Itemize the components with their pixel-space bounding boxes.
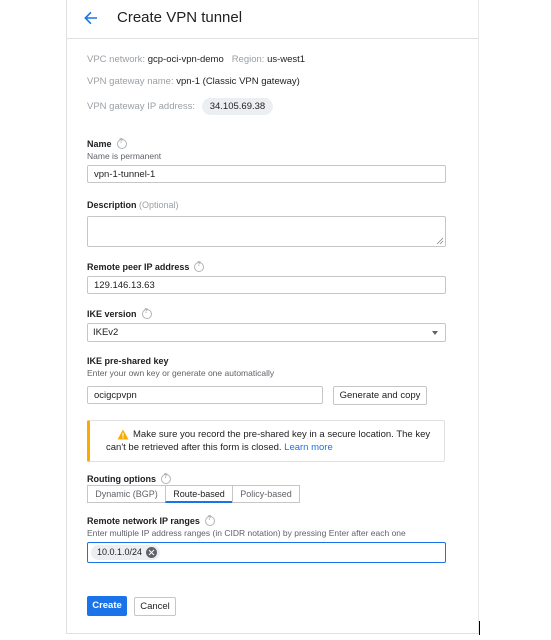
vpc-network-value: gcp-oci-vpn-demo — [147, 54, 224, 65]
name-label: Name — [87, 138, 127, 150]
warning-text-line2-text: can't be retrieved after this form is cl… — [106, 442, 282, 453]
description-label: Description (Optional) — [87, 200, 179, 210]
remote-ranges-label: Remote network IP ranges — [87, 515, 215, 527]
description-label-text: Description — [87, 200, 137, 210]
vpc-region-line: VPC network: gcp-oci-vpn-demo Region: us… — [87, 54, 305, 65]
ip-range-chip-label: 10.0.1.0/24 — [97, 547, 143, 557]
remote-ranges-hint: Enter multiple IP address ranges (in CID… — [87, 528, 406, 538]
routing-options-label: Routing options — [87, 473, 171, 485]
remote-peer-ip-input[interactable]: 129.146.13.63 — [87, 276, 446, 294]
vpn-gateway-label: VPN gateway name: — [87, 76, 174, 87]
routing-options-label-text: Routing options — [87, 474, 156, 484]
create-button[interactable]: Create — [87, 596, 127, 616]
warning-text: Make sure you record the pre-shared key … — [106, 428, 447, 454]
name-label-text: Name — [87, 139, 112, 149]
vpn-gateway-ip-value: 34.105.69.38 — [201, 98, 274, 115]
region-value: us-west1 — [267, 54, 306, 65]
create-vpn-tunnel-panel: Create VPN tunnel VPC network: gcp-oci-v… — [66, 0, 479, 634]
vpn-gateway-ip-label: VPN gateway IP address: — [87, 101, 196, 112]
warning-text-line2: can't be retrieved after this form is cl… — [106, 441, 447, 454]
ip-range-chip: 10.0.1.0/24 — [91, 545, 161, 560]
description-optional: (Optional) — [139, 200, 179, 210]
learn-more-link[interactable]: Learn more — [284, 442, 333, 453]
routing-option-policy-based[interactable]: Policy-based — [232, 485, 300, 503]
page-title: Create VPN tunnel — [117, 9, 243, 26]
name-hint: Name is permanent — [87, 151, 162, 161]
resize-grip-icon[interactable] — [436, 237, 444, 245]
remote-ranges-label-text: Remote network IP ranges — [87, 516, 200, 526]
panel-bottom-border — [66, 633, 478, 634]
name-input[interactable]: vpn-1-tunnel-1 — [87, 165, 446, 183]
region-label: Region: — [231, 54, 265, 65]
warning-text-line1: Make sure you record the pre-shared key … — [133, 429, 431, 440]
panel-header: Create VPN tunnel — [67, 0, 478, 39]
help-icon[interactable] — [194, 261, 205, 272]
ike-key-hint: Enter your own key or generate one autom… — [87, 368, 275, 378]
vpn-gateway-value: vpn-1 (Classic VPN gateway) — [176, 76, 300, 87]
generate-and-copy-button[interactable]: Generate and copy — [333, 386, 427, 405]
help-icon[interactable] — [204, 515, 215, 526]
ike-version-select[interactable]: IKEv2 — [87, 323, 446, 342]
routing-option-dynamic-bgp[interactable]: Dynamic (BGP) — [87, 485, 166, 503]
remote-peer-label: Remote peer IP address — [87, 261, 205, 273]
text-cursor — [479, 621, 480, 635]
ike-version-label: IKE version — [87, 308, 152, 320]
routing-option-route-based[interactable]: Route-based — [165, 485, 233, 503]
help-icon[interactable] — [116, 138, 127, 149]
back-arrow-icon[interactable] — [83, 10, 99, 26]
vpn-gateway-line: VPN gateway name: vpn-1 (Classic VPN gat… — [87, 76, 300, 87]
ike-version-label-text: IKE version — [87, 309, 137, 319]
ike-version-value: IKEv2 — [93, 327, 119, 338]
vpn-gateway-ip-line: VPN gateway IP address: 34.105.69.38 — [87, 98, 274, 115]
ike-key-label: IKE pre-shared key — [87, 356, 169, 366]
warning-banner: Make sure you record the pre-shared key … — [87, 420, 445, 462]
vpc-network-label: VPC network: — [87, 54, 146, 65]
remote-ranges-chip-input[interactable]: 10.0.1.0/24 — [87, 542, 446, 563]
help-icon[interactable] — [141, 308, 152, 319]
description-textarea[interactable] — [87, 216, 446, 247]
remote-peer-label-text: Remote peer IP address — [87, 262, 190, 272]
help-icon[interactable] — [160, 473, 171, 484]
close-circle-icon[interactable] — [146, 547, 158, 558]
ike-key-input[interactable]: ocigcpvpn — [87, 386, 323, 404]
caret-down-icon — [432, 331, 438, 335]
cancel-button[interactable]: Cancel — [134, 597, 176, 616]
